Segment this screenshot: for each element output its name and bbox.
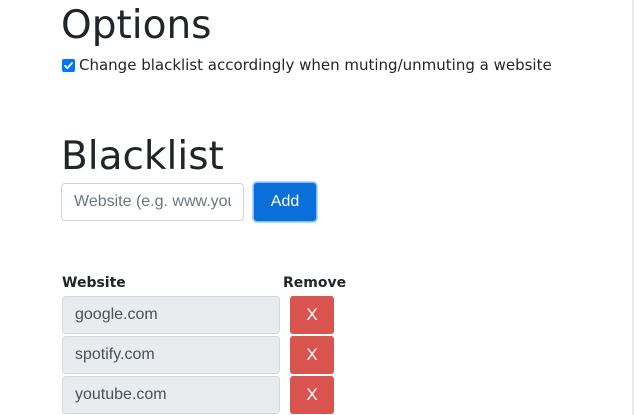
website-input[interactable] (61, 183, 244, 221)
change-blacklist-option[interactable]: Change blacklist accordingly when muting… (62, 56, 552, 74)
change-blacklist-label: Change blacklist accordingly when muting… (79, 56, 552, 74)
remove-website-button[interactable]: X (290, 296, 334, 334)
remove-website-button[interactable]: X (290, 336, 334, 374)
website-column-header: Website (62, 275, 126, 291)
change-blacklist-checkbox[interactable] (62, 58, 75, 72)
remove-website-button[interactable]: X (290, 376, 334, 414)
blacklist-website-cell: google.com (62, 296, 280, 334)
options-page: Options Change blacklist accordingly whe… (0, 0, 634, 415)
remove-column-header: Remove (283, 275, 347, 291)
blacklist-website-cell: spotify.com (62, 336, 280, 374)
options-heading: Options (61, 3, 212, 48)
add-button[interactable]: Add (253, 182, 317, 222)
blacklist-website-cell: youtube.com (62, 376, 280, 414)
checkmark-icon (64, 61, 73, 69)
blacklist-heading: Blacklist (61, 134, 224, 179)
